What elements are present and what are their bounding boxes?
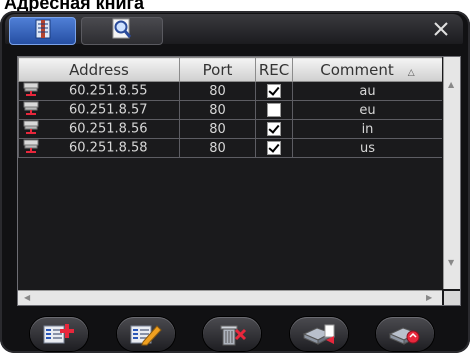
column-address[interactable]: Address	[18, 57, 180, 82]
import-icon	[302, 324, 335, 345]
comment-cell: eu	[292, 100, 442, 120]
table-row[interactable]: 60.251.8.57 80 eu	[18, 100, 442, 120]
port-cell: 80	[179, 81, 256, 101]
empty-row	[19, 226, 443, 243]
horizontal-scrollbar[interactable]: ◀ ▶	[18, 290, 442, 305]
vertical-scrollbar[interactable]: ▲ ▼	[443, 57, 460, 289]
scroll-down-icon[interactable]: ▼	[448, 259, 454, 267]
edit-icon	[130, 325, 162, 346]
empty-row	[19, 260, 443, 277]
tab-search[interactable]	[81, 17, 163, 45]
delete-icon	[220, 325, 247, 346]
address-cell: 60.251.8.58	[18, 138, 180, 158]
empty-row	[19, 209, 443, 226]
port-cell: 80	[179, 119, 256, 139]
address-cell: 60.251.8.56	[18, 119, 180, 139]
scroll-right-icon[interactable]: ▶	[426, 294, 432, 302]
address-cell: 60.251.8.57	[18, 100, 180, 120]
dvr-device-icon	[23, 139, 39, 157]
table-row[interactable]: 60.251.8.56 80 in	[18, 119, 442, 139]
address-cell: 60.251.8.55	[18, 81, 180, 101]
book-icon	[35, 19, 51, 43]
scroll-up-icon[interactable]: ▲	[448, 81, 454, 89]
dvr-device-icon	[23, 120, 39, 138]
address-table: Address Port REC Comment △ 60.251.8.55 80 a…	[17, 56, 461, 306]
empty-row	[19, 192, 443, 209]
rec-checkbox[interactable]	[267, 122, 281, 136]
rec-cell	[255, 119, 293, 139]
rec-checkbox[interactable]	[267, 103, 281, 117]
sort-ascending-icon: △	[407, 67, 415, 78]
column-comment[interactable]: Comment △	[292, 57, 442, 82]
close-icon	[434, 22, 448, 36]
add-button[interactable]	[30, 317, 88, 351]
comment-cell: au	[292, 81, 442, 101]
magnifier-icon	[111, 18, 133, 44]
rec-checkbox[interactable]	[267, 141, 281, 155]
delete-button[interactable]	[203, 317, 261, 351]
comment-cell: us	[292, 138, 442, 158]
title-bar	[5, 14, 463, 45]
scroll-left-icon[interactable]: ◀	[24, 294, 30, 302]
address-book-window: Address Port REC Comment △ 60.251.8.55 80 a…	[0, 11, 470, 353]
edit-button[interactable]	[117, 317, 175, 351]
table-row[interactable]: 60.251.8.55 80 au	[18, 81, 442, 101]
empty-row	[19, 277, 443, 289]
rec-checkbox[interactable]	[267, 84, 281, 98]
port-cell: 80	[179, 100, 256, 120]
table-row[interactable]: 60.251.8.58 80 us	[18, 138, 442, 158]
address-grid: Address Port REC Comment △ 60.251.8.55 80 a…	[18, 57, 442, 289]
import-button[interactable]	[290, 317, 348, 351]
empty-row	[19, 175, 443, 192]
empty-row	[19, 158, 443, 176]
close-button[interactable]	[429, 17, 453, 41]
empty-row	[19, 243, 443, 260]
rec-cell	[255, 138, 293, 158]
rec-cell	[255, 100, 293, 120]
add-icon	[43, 324, 74, 344]
export-button[interactable]	[376, 317, 434, 351]
dvr-device-icon	[23, 82, 39, 100]
table-header: Address Port REC Comment △	[18, 57, 442, 82]
tab-address-book[interactable]	[9, 17, 76, 45]
export-icon	[388, 327, 420, 345]
rec-cell	[255, 81, 293, 101]
scrollbar-corner	[444, 291, 460, 305]
column-port[interactable]: Port	[179, 57, 256, 82]
port-cell: 80	[179, 138, 256, 158]
comment-cell: in	[292, 119, 442, 139]
dvr-device-icon	[23, 101, 39, 119]
column-rec[interactable]: REC	[255, 57, 293, 82]
